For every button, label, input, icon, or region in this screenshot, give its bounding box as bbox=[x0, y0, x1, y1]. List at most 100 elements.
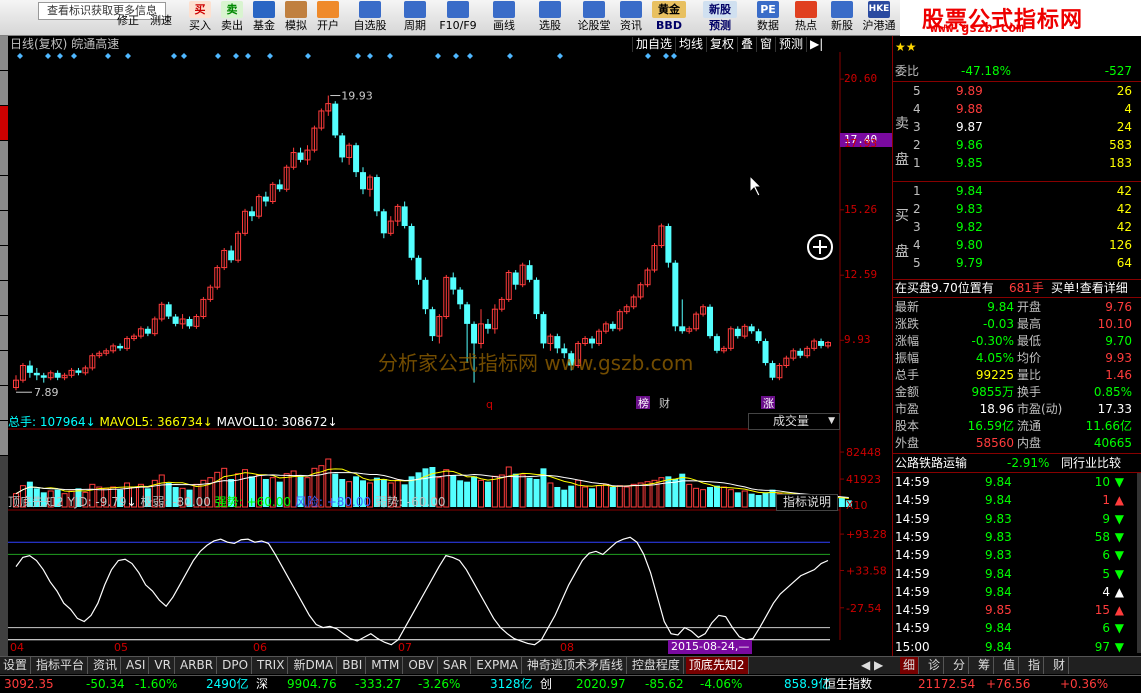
volume-bar bbox=[464, 481, 471, 507]
hotspot-button[interactable]: 热点 bbox=[790, 0, 822, 36]
tab-1[interactable]: 指标平台 bbox=[33, 657, 89, 674]
candle-body bbox=[672, 262, 679, 327]
candle-body bbox=[297, 152, 304, 160]
tab-6[interactable]: DPO bbox=[219, 657, 253, 674]
panel-tab-3[interactable]: 筹 bbox=[975, 657, 995, 674]
tab-15[interactable]: 控盘程度 bbox=[629, 657, 684, 674]
period-button[interactable]: 周期 bbox=[398, 0, 432, 36]
candle-body bbox=[533, 279, 540, 315]
add-watch-button[interactable]: 加自选 bbox=[632, 37, 676, 52]
bid-level-row: 5 9.79 64 bbox=[913, 256, 1132, 270]
limit-badge-label: 涨 bbox=[763, 397, 774, 410]
stock-picker-button[interactable]: 选股 bbox=[534, 0, 566, 36]
low-label: 7.89 bbox=[34, 386, 59, 399]
stock-name: 皖通高速 bbox=[71, 37, 120, 51]
panel-tab-1[interactable]: 诊 bbox=[925, 657, 945, 674]
forum-button[interactable]: 论股堂 bbox=[574, 0, 614, 36]
tab-4[interactable]: VR bbox=[151, 657, 175, 674]
scrollbar[interactable] bbox=[1137, 473, 1141, 653]
ask-level-row: 4 9.88 4 bbox=[913, 102, 1132, 116]
tick-row: 14:59 9.84 10 ▼ bbox=[895, 475, 1124, 489]
left-nav-strip[interactable] bbox=[0, 36, 8, 656]
tab-12[interactable]: SAR bbox=[440, 657, 472, 674]
new-stock-button[interactable]: 新股 bbox=[826, 0, 858, 36]
rank-badge-label: 榜 bbox=[638, 396, 649, 410]
watchlist-button[interactable]: 自选股 bbox=[350, 0, 390, 36]
quote-stat-row: 最新 9.84 开盘 9.76 bbox=[895, 300, 1132, 314]
tab-7[interactable]: TRIX bbox=[254, 657, 289, 674]
candle-body bbox=[33, 372, 40, 376]
bbd-button[interactable]: 黄金 BBD bbox=[650, 0, 688, 36]
price-tick-label: 15.26 bbox=[844, 202, 878, 216]
window-button[interactable]: 窗 bbox=[756, 37, 776, 52]
volume-bar bbox=[700, 489, 707, 508]
speed-test-button[interactable]: 测速 bbox=[146, 14, 176, 36]
chart-svg[interactable]: 19.93 7.89 榜财 涨 q 分析家公式指标网 www.gszb.com 82448 4… bbox=[8, 52, 892, 656]
tab-scroll-arrows[interactable]: ◀ ▶ bbox=[858, 657, 886, 674]
simulate-button[interactable]: 模拟 bbox=[282, 0, 310, 36]
panel-tab-4[interactable]: 值 bbox=[1000, 657, 1020, 674]
volume-bar bbox=[762, 492, 769, 507]
hs-index: 21172.54 bbox=[918, 677, 976, 691]
tab-14[interactable]: 神奇逃顶术矛盾线 bbox=[524, 657, 627, 674]
indicator-tabs[interactable]: 设置 指标平台 资讯 ASI VR ARBR DPO TRIX 新DMA BBI MTM OBV SAR… bbox=[0, 656, 1141, 674]
chart-area[interactable]: 日线(复权) 皖通高速 加自选 均线 复权 叠 窗 预测 ▶| 19.93 7.8… bbox=[8, 36, 892, 656]
open-account-button[interactable]: 开户 bbox=[313, 0, 343, 36]
hk-connect-button[interactable]: HKE 沪港通 bbox=[860, 0, 898, 36]
f10-button[interactable]: F10/F9 bbox=[436, 0, 480, 36]
panel-tab-6[interactable]: 财 bbox=[1050, 657, 1070, 674]
tab-9[interactable]: BBI bbox=[339, 657, 367, 674]
volume-tick-label: 41923 bbox=[846, 473, 881, 486]
event-marker bbox=[453, 53, 459, 59]
volume-bar bbox=[498, 474, 505, 508]
data-button[interactable]: PE 数据 bbox=[752, 0, 784, 36]
candle-body bbox=[526, 265, 533, 280]
volume-bar bbox=[457, 480, 464, 507]
news-button[interactable]: 资讯 bbox=[616, 0, 646, 36]
document-icon bbox=[447, 1, 469, 18]
volume-bar bbox=[693, 487, 700, 508]
forecast-button[interactable]: 新股 预测 bbox=[700, 0, 740, 36]
quote-stat-row: 金额 9855万 换手 0.85% bbox=[895, 385, 1132, 399]
panel-tab-2[interactable]: 分 bbox=[950, 657, 970, 674]
quote-stat-row: 市盈 18.96 市盈(动) 17.33 bbox=[895, 402, 1132, 416]
tab-0[interactable]: 设置 bbox=[0, 657, 32, 674]
end-button[interactable]: ▶| bbox=[806, 37, 827, 52]
fund-button[interactable]: 基金 bbox=[250, 0, 278, 36]
buy-button[interactable]: 买买入 bbox=[186, 0, 214, 36]
volume-bar bbox=[491, 475, 498, 508]
tab-13[interactable]: EXPMA bbox=[473, 657, 522, 674]
quote-stat-row: 股本 16.59亿 流通 11.66亿 bbox=[895, 419, 1132, 433]
tab-8[interactable]: 新DMA bbox=[290, 657, 338, 674]
fix-button[interactable]: 修正 bbox=[114, 14, 142, 36]
candle-body bbox=[360, 172, 367, 190]
hk-icon: HKE bbox=[868, 1, 890, 18]
tab-11[interactable]: OBV bbox=[405, 657, 438, 674]
ma-button[interactable]: 均线 bbox=[675, 37, 707, 52]
event-marker bbox=[57, 53, 63, 59]
adjust-button[interactable]: 复权 bbox=[706, 37, 738, 52]
overlay-button[interactable]: 叠 bbox=[737, 37, 757, 52]
candle-body bbox=[339, 135, 346, 158]
tab-2[interactable]: 资讯 bbox=[90, 657, 122, 674]
volume-tick-label: 82448 bbox=[846, 446, 881, 459]
price-tick-label: 17.93 bbox=[844, 137, 878, 151]
sell-button[interactable]: 卖卖出 bbox=[218, 0, 246, 36]
panel-tab-5[interactable]: 指 bbox=[1025, 657, 1045, 674]
tab-5[interactable]: ARBR bbox=[177, 657, 218, 674]
forecast-chart-button[interactable]: 预测 bbox=[775, 37, 807, 52]
event-marker bbox=[663, 53, 669, 59]
panel-tab-0[interactable]: 细 bbox=[900, 657, 920, 674]
indicator-help-button[interactable]: 指标说明 bbox=[776, 494, 838, 511]
event-marker bbox=[355, 53, 361, 59]
candle-body bbox=[228, 250, 235, 261]
candle-body bbox=[144, 328, 151, 334]
quote-stat-row: 总手 99225 量比 1.46 bbox=[895, 368, 1132, 382]
plus-icon bbox=[813, 240, 827, 254]
tab-10[interactable]: MTM bbox=[368, 657, 404, 674]
draw-line-button[interactable]: 画线 bbox=[488, 0, 520, 36]
volume-selector[interactable]: 成交量 ▼ bbox=[748, 413, 840, 430]
tab-16[interactable]: 顶底先知2 bbox=[685, 657, 749, 674]
volume-bar bbox=[727, 489, 734, 508]
tab-3[interactable]: ASI bbox=[123, 657, 150, 674]
